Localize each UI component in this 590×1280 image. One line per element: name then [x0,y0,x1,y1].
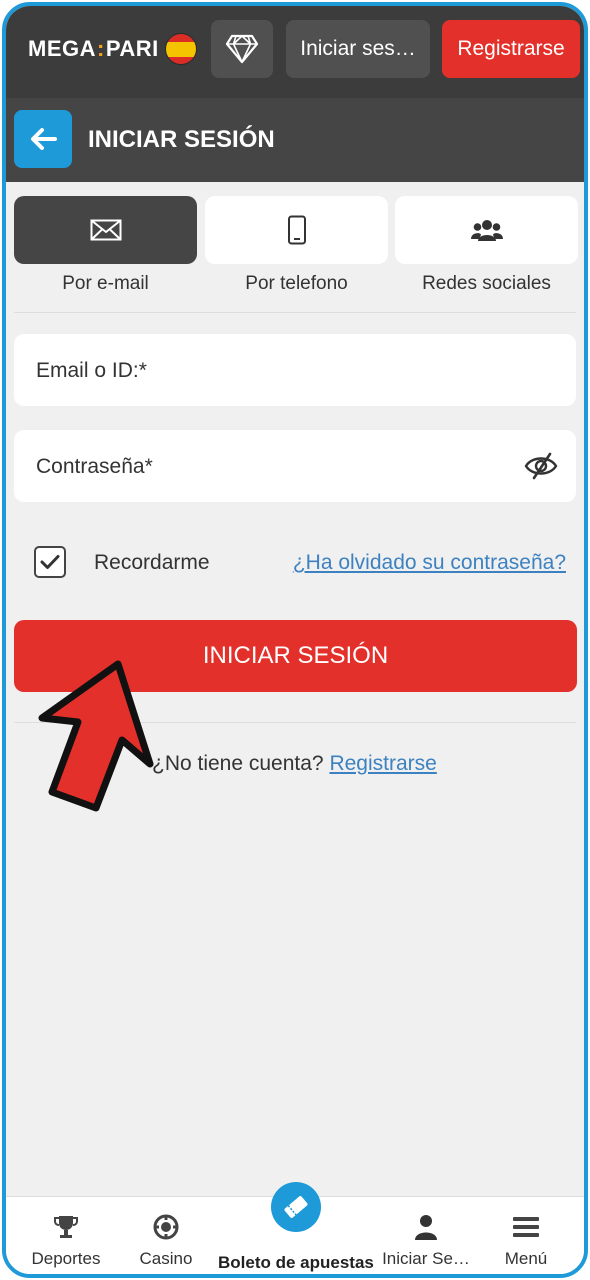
remember-label: Recordarme [94,551,210,574]
active-tab-indicator [378,1274,472,1278]
page-title: INICIAR SESIÓN [88,126,275,153]
casino-chip-icon [153,1214,179,1240]
nav-login[interactable]: Iniciar Se… [380,1197,472,1274]
megapari-logo[interactable]: MEGA:PARI [28,33,197,65]
email-field[interactable]: Email o ID:* [14,334,576,406]
people-icon [470,220,503,241]
checkmark-icon [40,555,60,569]
nav-deportes[interactable]: Deportes [16,1197,116,1274]
nav-casino[interactable]: Casino [116,1197,216,1274]
phone-icon [287,215,306,245]
pointer-arrow-icon [38,660,154,812]
diamond-icon [225,34,259,64]
tab-email-label: Por e-mail [62,273,149,294]
phone-frame: MEGA:PARI Iniciar ses… Registrarse INICI… [2,2,588,1278]
divider [14,312,576,313]
spain-flag-icon[interactable] [164,33,197,65]
eye-slash-icon[interactable] [524,452,558,480]
arrow-left-icon [31,128,57,150]
password-field-label: Contraseña* [36,455,153,478]
no-account-prompt: ¿No tiene cuenta? Registrarse [152,752,437,775]
user-icon [415,1215,437,1240]
remember-checkbox[interactable] [34,546,66,578]
diamond-button[interactable] [211,20,273,78]
ticket-icon [284,1196,308,1218]
register-link[interactable]: Registrarse [329,752,436,775]
menu-icon [513,1217,539,1237]
tab-social-label: Redes sociales [422,273,551,294]
tab-phone-label: Por telefono [245,273,348,294]
nav-bet-slip[interactable] [271,1182,321,1232]
page-title-bar: INICIAR SESIÓN [6,98,584,182]
login-button-top[interactable]: Iniciar ses… [286,20,430,78]
nav-menu[interactable]: Menú [476,1197,576,1274]
tab-social[interactable] [395,196,578,264]
trophy-icon [54,1216,78,1238]
tab-email[interactable] [14,196,197,264]
envelope-icon [90,219,121,241]
tab-phone[interactable] [205,196,388,264]
email-field-label: Email o ID:* [36,359,147,382]
top-header: MEGA:PARI Iniciar ses… Registrarse [6,6,584,98]
forgot-password-link[interactable]: ¿Ha olvidado su contraseña? [293,551,566,575]
nav-bet-slip-label: Boleto de apuestas [218,1253,374,1272]
register-button-top[interactable]: Registrarse [442,20,580,78]
back-button[interactable] [14,110,72,168]
password-field[interactable]: Contraseña* [14,430,576,502]
